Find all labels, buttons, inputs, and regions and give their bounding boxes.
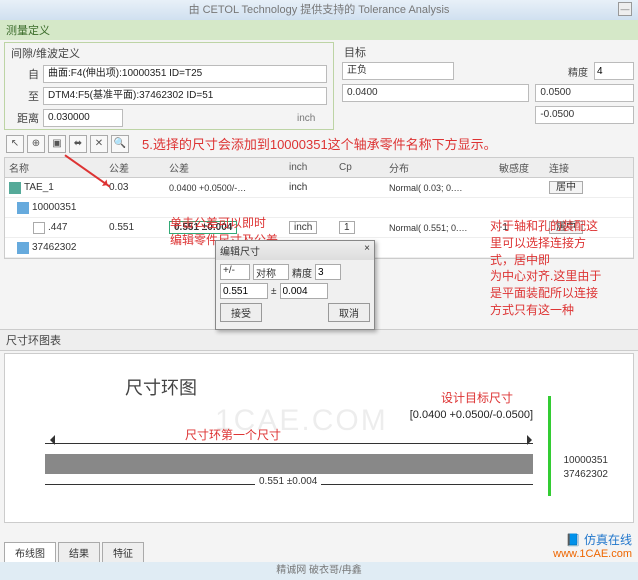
from-label: 自 xyxy=(11,66,39,82)
tool-delete-icon[interactable]: ✕ xyxy=(90,135,108,153)
target-nominal[interactable]: 0.0400 xyxy=(342,84,529,102)
table-header: 名称 公差 公差 inch Cp 分布 敏感度 连接 xyxy=(5,158,633,178)
dimension-loop-chart: 1CAE.COM 尺寸环图 设计目标尺寸 [0.0400 +0.0500/-0.… xyxy=(4,353,634,523)
chart-target-value: [0.0400 +0.0500/-0.0500] xyxy=(410,409,533,421)
target-lower[interactable]: -0.0500 xyxy=(535,106,634,124)
precision-field[interactable] xyxy=(315,264,341,280)
cancel-button[interactable]: 取消 xyxy=(328,303,370,322)
gap-title: 间隙/维波定义 xyxy=(5,43,333,63)
annotation-step5: 5.选择的尺寸会添加到10000351这个轴承零件名称下方显示。 xyxy=(142,134,497,153)
col-sens: 敏感度 xyxy=(495,160,545,175)
chart-arrow-line xyxy=(45,439,533,449)
chart-part-labels: 10000351 37462302 xyxy=(564,454,609,482)
nominal-field[interactable] xyxy=(220,283,268,299)
col-conn: 连接 xyxy=(545,160,595,175)
conn-button[interactable]: 居中 xyxy=(549,181,583,194)
precision-label: 精度 xyxy=(292,265,312,280)
from-field[interactable]: 曲面:F4(伸出项):10000351 ID=T25 xyxy=(43,65,327,83)
chart-section-title: 尺寸环图表 xyxy=(0,329,638,351)
arrow-right-icon xyxy=(527,435,537,445)
target-upper[interactable]: 0.0500 xyxy=(535,84,634,102)
chart-dim-label: 0.551 ±0.004 xyxy=(255,476,321,487)
chart-title: 尺寸环图 xyxy=(125,374,197,400)
precision-spinner[interactable] xyxy=(594,62,634,80)
gap-definition-panel: 间隙/维波定义 自 曲面:F4(伸出项):10000351 ID=T25 至 D… xyxy=(4,42,334,130)
target-marker-icon xyxy=(548,396,551,496)
target-mode[interactable]: 正负 xyxy=(342,62,454,80)
footer: 精诚网 破衣哥/冉鑫 xyxy=(0,562,638,580)
site-watermark: 📘 仿真在线 www.1CAE.com xyxy=(553,531,632,560)
annotation-connection: 对于轴和孔的装配这 里可以选择连接方 式，居中即 为中心对齐.这里由于 是平面装… xyxy=(490,218,630,319)
tool-search-icon[interactable]: 🔍 xyxy=(111,135,129,153)
sym-select[interactable]: 对称 xyxy=(253,264,289,280)
precision-label: 精度 xyxy=(568,64,588,79)
dist-field[interactable]: 0.030000 xyxy=(43,109,123,127)
tab-features[interactable]: 特征 xyxy=(102,542,144,562)
close-icon[interactable]: × xyxy=(364,243,370,258)
tool-add-icon[interactable]: ⊕ xyxy=(27,135,45,153)
tool-box-icon[interactable]: ▣ xyxy=(48,135,66,153)
tolerance-field[interactable] xyxy=(280,283,328,299)
assembly-icon xyxy=(9,182,21,194)
mode-select[interactable]: +/- xyxy=(220,264,250,280)
dim-toolbar: ↖ ⊕ ▣ ⬌ ✕ 🔍 5.选择的尺寸会添加到10000351这个轴承零件名称下… xyxy=(0,132,638,155)
to-label: 至 xyxy=(11,88,39,104)
minimize-button[interactable]: — xyxy=(618,2,632,16)
chart-target-label: 设计目标尺寸 xyxy=(441,389,513,406)
dist-label: 距离 xyxy=(11,110,39,126)
arrow-left-icon xyxy=(45,435,55,445)
chart-bar xyxy=(45,454,533,474)
target-title: 目标 xyxy=(342,44,634,60)
measure-panel-title: 测量定义 xyxy=(0,20,638,40)
to-field[interactable]: DTM4:F5(基准平面):37462302 ID=51 xyxy=(43,87,327,105)
tool-swap-icon[interactable]: ⬌ xyxy=(69,135,87,153)
tab-layout[interactable]: 布线图 xyxy=(4,542,56,562)
table-row[interactable]: 10000351 xyxy=(5,198,633,218)
bottom-tabs: 布线图 结果 特征 xyxy=(4,542,146,562)
tool-pick-icon[interactable]: ↖ xyxy=(6,135,24,153)
window-title: 由 CETOL Technology 提供支持的 Tolerance Analy… xyxy=(189,4,450,16)
col-cp: Cp xyxy=(335,162,385,173)
part-icon xyxy=(17,202,29,214)
col-unit: inch xyxy=(285,162,335,173)
plusminus-label: ± xyxy=(271,286,277,297)
dim-icon xyxy=(33,222,45,234)
col-dist: 分布 xyxy=(385,160,495,175)
accept-button[interactable]: 接受 xyxy=(220,303,262,322)
titlebar: 由 CETOL Technology 提供支持的 Tolerance Analy… xyxy=(0,0,638,20)
tab-results[interactable]: 结果 xyxy=(58,542,100,562)
dialog-title: 编辑尺寸 xyxy=(220,243,260,258)
part-icon xyxy=(17,242,29,254)
dist-unit: inch xyxy=(297,113,327,124)
edit-dimension-dialog: 编辑尺寸 × +/- 对称 精度 ± 接受 取消 xyxy=(215,240,375,330)
col-size: 公差 xyxy=(105,160,165,175)
col-tol: 公差 xyxy=(165,160,285,175)
